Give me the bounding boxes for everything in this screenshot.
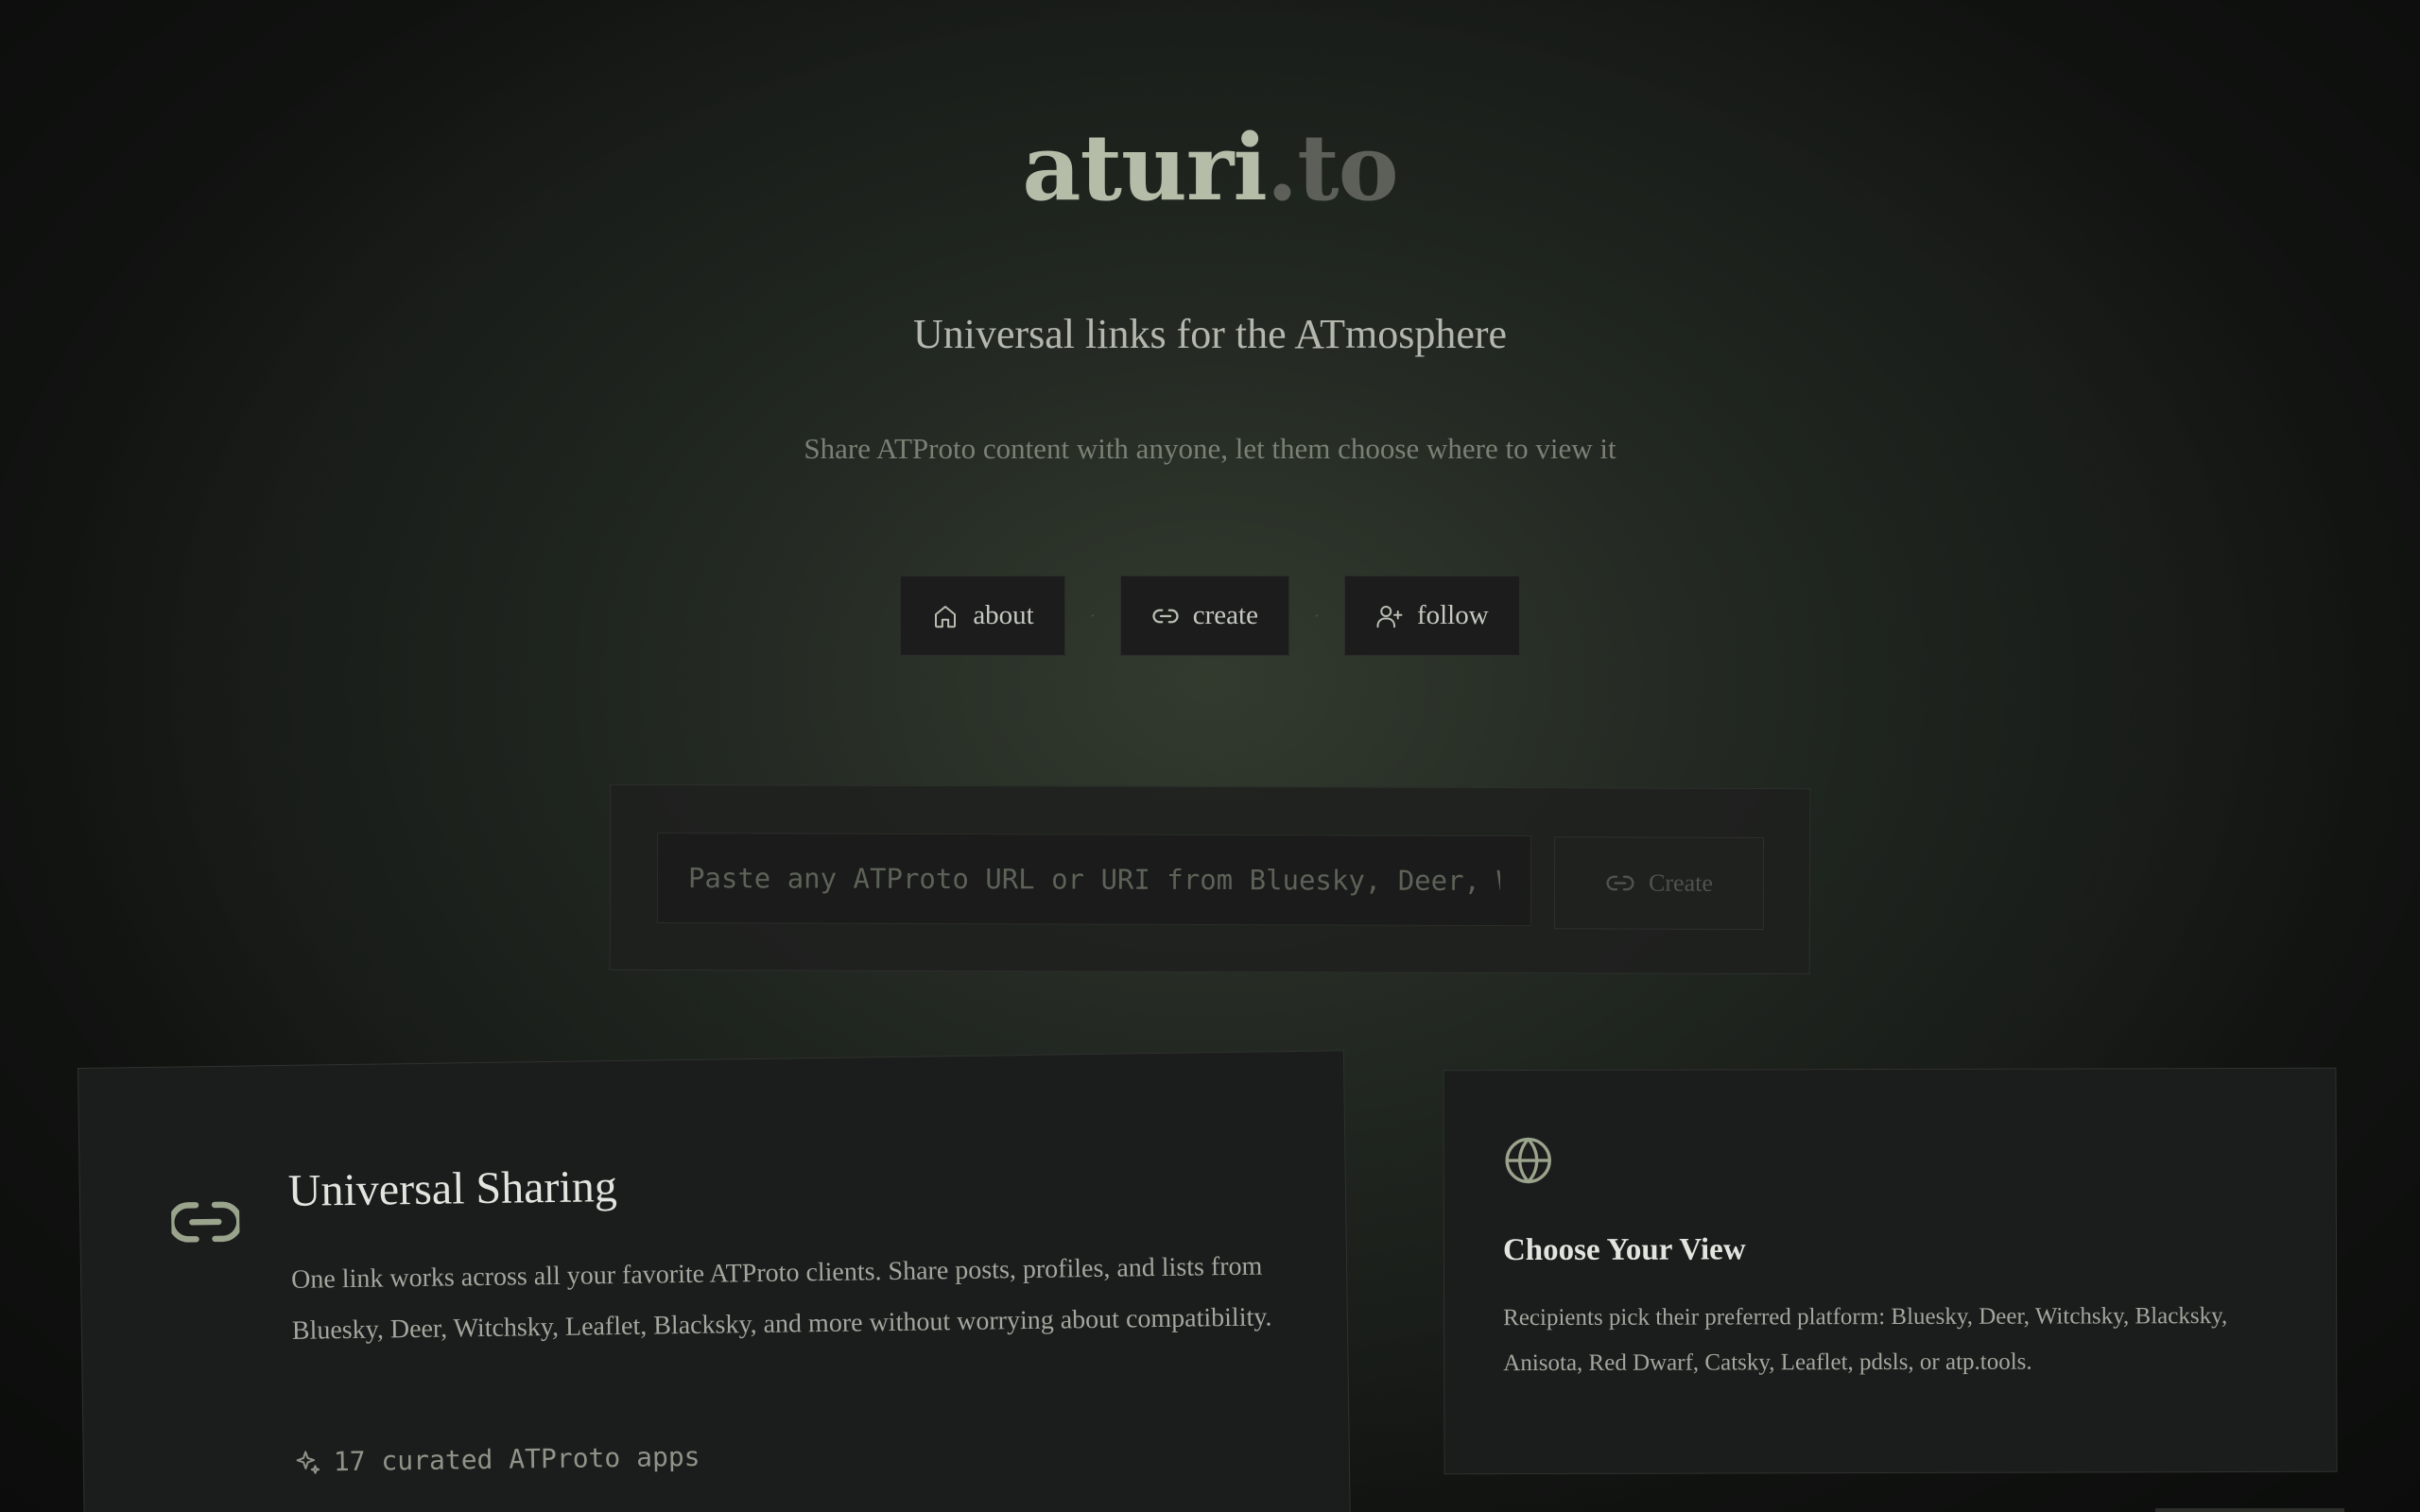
create-button-label: Create bbox=[1649, 868, 1713, 897]
apps-count: 17 curated ATProto apps bbox=[294, 1441, 700, 1478]
hero-tagline: Universal links for the ATmosphere bbox=[912, 311, 1508, 357]
link-icon bbox=[1152, 609, 1179, 623]
next-card-edge bbox=[2155, 1508, 2344, 1512]
feature-title: Choose Your View bbox=[1502, 1232, 1746, 1268]
user-plus-icon bbox=[1376, 605, 1403, 627]
sparkles-icon bbox=[296, 1450, 320, 1474]
feature-description: One link works across all your favorite … bbox=[290, 1251, 1272, 1346]
hero-subtitle: Share ATProto content with anyone, let t… bbox=[804, 432, 1616, 465]
nav-separator: · bbox=[1314, 607, 1320, 625]
nav-follow-button[interactable]: follow bbox=[1343, 576, 1520, 656]
create-button[interactable]: Create bbox=[1553, 836, 1765, 931]
feature-description: Recipients pick their preferred platform… bbox=[1503, 1303, 2228, 1377]
nav-follow-label: follow bbox=[1416, 600, 1489, 630]
feature-title: Universal Sharing bbox=[287, 1161, 618, 1216]
url-input[interactable] bbox=[656, 832, 1532, 927]
nav-create-button[interactable]: create bbox=[1119, 576, 1289, 656]
nav-about-button[interactable]: about bbox=[900, 576, 1065, 656]
home-icon bbox=[935, 605, 957, 627]
site-logo: aturi.to bbox=[0, 123, 2420, 214]
globe-icon bbox=[1505, 1137, 1551, 1184]
link-icon bbox=[170, 1201, 240, 1243]
nav-about-label: about bbox=[973, 600, 1034, 630]
logo-main: aturi bbox=[1022, 114, 1267, 221]
feature-card-choose-view: Choose Your View Recipients pick their p… bbox=[1443, 1067, 2338, 1475]
main-nav: about · create · follow bbox=[0, 576, 2420, 656]
logo-suffix: .to bbox=[1266, 114, 1399, 221]
nav-separator: · bbox=[1090, 607, 1096, 625]
feature-card-universal-sharing: Universal Sharing One link works across … bbox=[78, 1050, 1352, 1512]
nav-create-label: create bbox=[1192, 600, 1258, 630]
apps-count-text: 17 curated ATProto apps bbox=[333, 1440, 700, 1478]
link-icon bbox=[1606, 875, 1634, 891]
create-link-form: Create bbox=[609, 783, 1811, 975]
